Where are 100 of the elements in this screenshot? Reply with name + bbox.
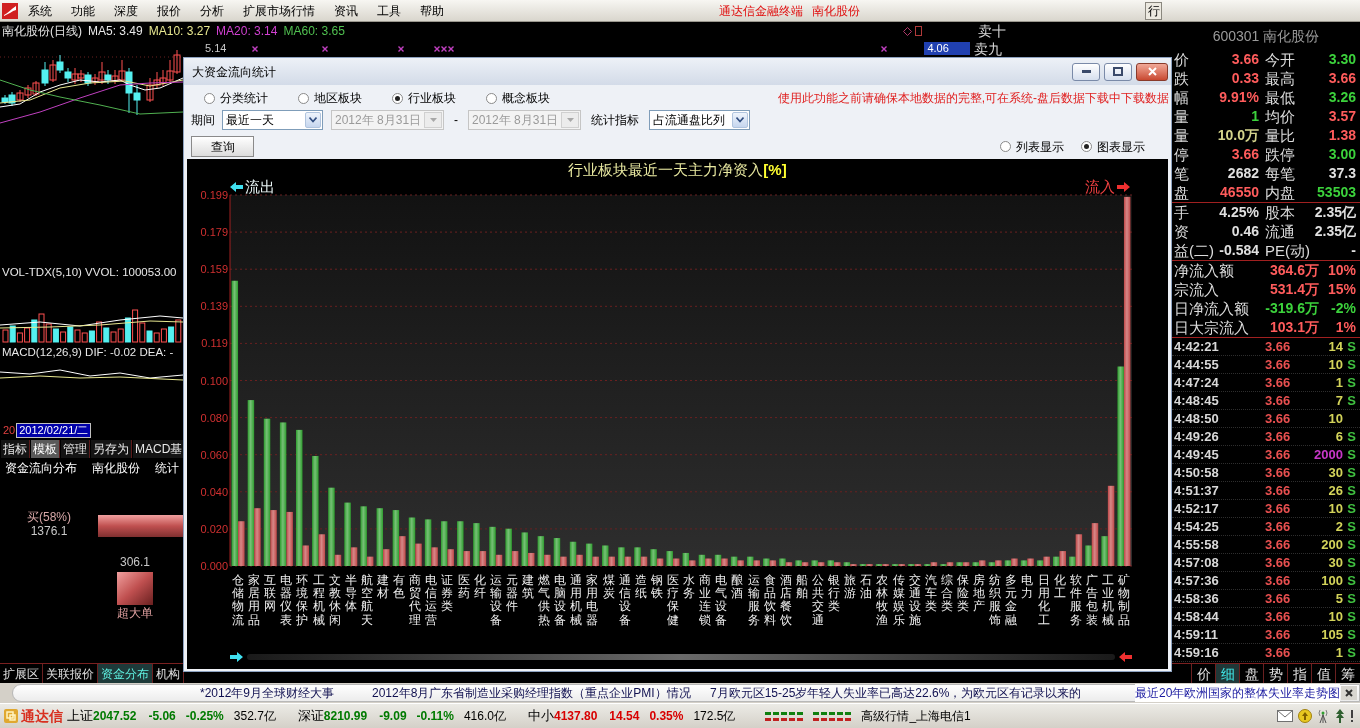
inflow-bar (801, 562, 809, 566)
scrollbar-track[interactable] (247, 653, 1115, 660)
close-button[interactable] (1136, 62, 1168, 81)
category-label: 农林牧渔 (876, 574, 889, 627)
quote-value: 0.33 (1231, 69, 1259, 88)
menu-item[interactable]: 扩展市场行情 (233, 0, 324, 21)
outflow-bar (1085, 545, 1092, 566)
index-amount: 172.5亿 (693, 708, 736, 725)
quote-label: 最高 (1265, 69, 1295, 88)
tab[interactable]: 南化股份 (92, 459, 140, 477)
app-title: 通达信金融终端 (719, 2, 803, 20)
quote-value: 1.38 (1328, 126, 1356, 145)
radio-option[interactable]: 分类统计 (204, 89, 268, 107)
menu-item[interactable]: 报价 (147, 0, 190, 21)
chevron-down-icon (305, 112, 321, 128)
period-select[interactable]: 最近一天 (222, 110, 323, 130)
tick-time: 4:58:36 (1174, 590, 1219, 606)
menu-item[interactable]: 功能 (61, 0, 104, 21)
exclamation-icon (1350, 710, 1354, 722)
news-link[interactable]: 7月欧元区15-25岁年轻人失业率已高达22.6%，为欧元区有记录以来的 (710, 684, 1082, 702)
news-link[interactable]: *2012年9月全球财经大事 (200, 684, 335, 702)
tab[interactable]: 细 (1215, 664, 1239, 683)
trade-side-label: S (1347, 463, 1356, 482)
category-label: 电力 (1021, 574, 1034, 603)
inflow-bar (479, 551, 487, 566)
category-label: 工程机械 (312, 574, 325, 627)
tick-time: 4:57:36 (1174, 572, 1219, 588)
inflow-bar (785, 562, 793, 566)
price-label: 5.14 (205, 41, 227, 57)
news-link[interactable]: 2012年8月广东省制造业采购经理指数（重点企业PMI）情况 (372, 684, 691, 702)
quote-value: -0.584 (1219, 241, 1259, 260)
menu-item[interactable]: 分析 (190, 0, 233, 21)
tick-time: 4:51:37 (1174, 482, 1219, 498)
quote-value: 4.25% (1219, 203, 1259, 222)
category-label: 仓储物流 (232, 574, 245, 627)
tab[interactable]: 统计 (155, 459, 179, 477)
category-label: 元器件 (505, 574, 518, 616)
menu-item[interactable]: 工具 (367, 0, 410, 21)
tab[interactable]: 资金分布 (98, 664, 153, 683)
radio-option[interactable]: 图表显示 (1081, 137, 1145, 156)
outflow-bar (424, 519, 432, 566)
tab[interactable]: 资金流向分布 (5, 459, 77, 477)
range-separator: - (454, 112, 458, 129)
quote-label: 幅 (1174, 88, 1189, 107)
tick-price: 3.66 (1265, 391, 1291, 410)
tab[interactable]: 另存为 (91, 440, 132, 458)
trade-side-label: S (1347, 553, 1356, 572)
fund-flow-percent: -2% (1331, 299, 1356, 318)
left-arrow-icon (1119, 651, 1132, 662)
fund-flow-label: 宗流入 (1174, 280, 1219, 299)
rectangle-icon (915, 26, 922, 36)
inflow-bar (318, 534, 326, 566)
trade-side-label: S (1347, 643, 1356, 662)
tick-volume: 10 (1328, 409, 1343, 428)
menu-item[interactable]: 资讯 (324, 0, 367, 21)
radio-option[interactable]: 概念板块 (486, 89, 550, 107)
tick-price: 3.66 (1265, 337, 1291, 356)
menu-item[interactable]: 深度 (104, 0, 147, 21)
quote-label: 量 (1174, 107, 1189, 126)
diamond-icon (903, 26, 912, 36)
query-button[interactable]: 查询 (191, 136, 254, 157)
maximize-button[interactable] (1104, 62, 1132, 81)
quote-value: 9.91% (1219, 88, 1259, 107)
menu-item[interactable]: 系统 (18, 0, 61, 21)
outflow-bar (618, 547, 625, 566)
inflow-bar (366, 556, 374, 566)
minimize-button[interactable] (1072, 62, 1100, 81)
radio-option[interactable]: 列表显示 (1000, 137, 1064, 156)
menu-item[interactable]: 帮助 (410, 0, 453, 21)
outflow-bar (795, 560, 802, 566)
quote-value: 2.35亿 (1314, 203, 1356, 222)
quote-value: 3.26 (1328, 88, 1356, 107)
inflow-bar (1091, 523, 1099, 566)
cross-marker-icon (398, 45, 405, 52)
category-label: 商业连锁 (699, 574, 712, 627)
indicator-value: MA5: 3.49 (88, 23, 143, 40)
quote-label: 每笔 (1265, 164, 1295, 183)
news-link[interactable]: 最近20年欧洲国家的整体失业率走势图 (1135, 684, 1341, 702)
outflow-bar (682, 552, 690, 566)
category-label: 化工 (1053, 574, 1066, 603)
inflow-bar (769, 560, 777, 566)
tab[interactable]: 模板 (31, 440, 60, 458)
metric-select[interactable]: 占流通盘比列 (649, 110, 750, 130)
tab[interactable]: MACD基 (133, 440, 186, 458)
outflow-bar (811, 560, 818, 566)
tab[interactable]: 管理 (61, 440, 90, 458)
radio-option[interactable]: 行业板块 (392, 89, 456, 107)
right-arrow-icon (230, 651, 243, 662)
toolbar-button[interactable]: 行 (1145, 1, 1162, 20)
quote-label: 价 (1174, 50, 1189, 69)
inflow-bar (334, 554, 342, 566)
inflow-bar (1043, 556, 1050, 566)
quote-value: 37.3 (1328, 164, 1356, 183)
index-value: 2047.52 (93, 708, 137, 725)
radio-option[interactable]: 地区板块 (298, 89, 362, 107)
outflow-bar (585, 543, 593, 566)
tab[interactable]: 指标 (1, 440, 30, 458)
index-percent: -0.11% (416, 708, 454, 725)
close-button[interactable] (1341, 686, 1357, 700)
trade-side-label: S (1347, 373, 1356, 392)
